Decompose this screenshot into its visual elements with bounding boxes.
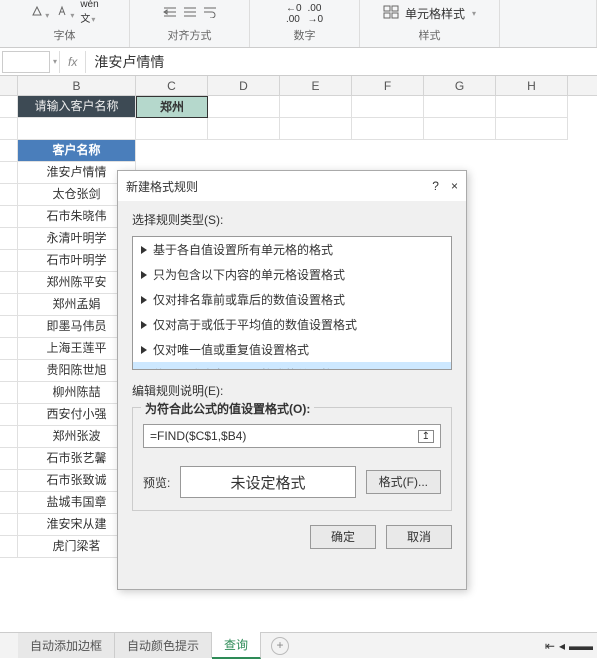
fill-color-icon[interactable]: ▾ bbox=[30, 4, 49, 21]
rule-type-option[interactable]: 仅对排名靠前或靠后的数值设置格式 bbox=[133, 287, 451, 312]
formula-value[interactable]: 淮安卢情情 bbox=[88, 52, 164, 72]
formula-group: 为符合此公式的值设置格式(O): =FIND($C$1,$B4) ↥ 预览: 未… bbox=[132, 407, 452, 511]
column-headers: B C D E F G H bbox=[0, 76, 597, 96]
triangle-icon bbox=[141, 246, 147, 254]
sheet-tab[interactable]: 查询 bbox=[212, 632, 261, 659]
triangle-icon bbox=[141, 271, 147, 279]
active-cell[interactable]: 郑州 bbox=[136, 96, 208, 118]
col-header[interactable]: F bbox=[352, 76, 424, 95]
dialog-title: 新建格式规则 bbox=[126, 178, 198, 195]
cancel-button[interactable]: 取消 bbox=[386, 525, 452, 549]
close-icon[interactable]: × bbox=[451, 179, 458, 193]
ok-button[interactable]: 确定 bbox=[310, 525, 376, 549]
triangle-icon bbox=[141, 296, 147, 304]
indent-decrease-icon[interactable] bbox=[163, 6, 177, 21]
ribbon-group-label: 样式 bbox=[419, 25, 441, 45]
formula-input[interactable]: =FIND($C$1,$B4) ↥ bbox=[143, 424, 441, 448]
col-header[interactable]: D bbox=[208, 76, 280, 95]
col-header[interactable]: B bbox=[18, 76, 136, 95]
preview-box: 未设定格式 bbox=[180, 466, 355, 498]
ribbon-group-label: 数字 bbox=[294, 25, 316, 45]
help-icon[interactable]: ? bbox=[432, 179, 439, 193]
customer-header: 客户名称 bbox=[18, 140, 136, 162]
cell-styles-button[interactable]: 单元格样式 bbox=[405, 5, 465, 22]
phonetic-icon[interactable]: wén文▾ bbox=[80, 0, 98, 25]
col-header[interactable] bbox=[0, 76, 18, 95]
range-selector-icon[interactable]: ↥ bbox=[418, 430, 434, 443]
ribbon-group-label: 字体 bbox=[54, 25, 76, 45]
sheet-tab[interactable]: 自动颜色提示 bbox=[115, 633, 212, 658]
formula-legend: 为符合此公式的值设置格式(O): bbox=[145, 402, 310, 416]
increase-decimal-icon[interactable]: ←0.00 bbox=[286, 3, 302, 25]
decrease-decimal-icon[interactable]: .00→0 bbox=[308, 3, 324, 25]
triangle-icon bbox=[141, 321, 147, 329]
col-header[interactable]: G bbox=[424, 76, 496, 95]
cell-styles-icon[interactable] bbox=[383, 5, 399, 22]
col-header[interactable]: C bbox=[136, 76, 208, 95]
edit-rule-label: 编辑规则说明(E): bbox=[132, 382, 452, 399]
ribbon: ▾ ▾ wén文▾ 字体 对齐方式 ←0.00 .00→0 数字 单元格样式▾ … bbox=[0, 0, 597, 48]
scroll-first-icon[interactable]: ⇤ bbox=[545, 639, 555, 653]
prompt-cell[interactable]: 请输入客户名称 bbox=[18, 96, 136, 118]
scroll-left-icon[interactable]: ◂ bbox=[559, 639, 565, 653]
rule-type-option[interactable]: 基于各自值设置所有单元格的格式 bbox=[133, 237, 451, 262]
sheet-tabs: 自动添加边框 自动颜色提示 查询 + ⇤ ◂ ▬▬ bbox=[0, 632, 597, 658]
wrap-text-icon[interactable] bbox=[203, 6, 217, 21]
col-header[interactable]: E bbox=[280, 76, 352, 95]
font-color-icon[interactable]: ▾ bbox=[55, 4, 74, 21]
add-sheet-icon[interactable]: + bbox=[271, 637, 289, 655]
col-header[interactable]: H bbox=[496, 76, 568, 95]
rule-type-option[interactable]: 仅对高于或低于平均值的数值设置格式 bbox=[133, 312, 451, 337]
fx-icon[interactable]: fx bbox=[62, 55, 83, 69]
name-box[interactable] bbox=[2, 51, 50, 73]
scroll-handle-icon[interactable]: ▬▬ bbox=[569, 639, 593, 653]
sheet-tab[interactable]: 自动添加边框 bbox=[18, 633, 115, 658]
select-rule-type-label: 选择规则类型(S): bbox=[132, 211, 452, 228]
triangle-icon bbox=[141, 346, 147, 354]
format-button[interactable]: 格式(F)... bbox=[366, 470, 441, 494]
rule-type-list[interactable]: 基于各自值设置所有单元格的格式 只为包含以下内容的单元格设置格式 仅对排名靠前或… bbox=[132, 236, 452, 370]
name-box-dropdown-icon[interactable]: ▾ bbox=[53, 57, 57, 66]
rule-type-option[interactable]: 只为包含以下内容的单元格设置格式 bbox=[133, 262, 451, 287]
new-format-rule-dialog: 新建格式规则 ? × 选择规则类型(S): 基于各自值设置所有单元格的格式 只为… bbox=[117, 170, 467, 590]
indent-increase-icon[interactable] bbox=[183, 6, 197, 21]
formula-bar: ▾ fx 淮安卢情情 bbox=[0, 48, 597, 76]
preview-label: 预览: bbox=[143, 474, 170, 491]
ribbon-group-label: 对齐方式 bbox=[168, 25, 212, 45]
rule-type-option[interactable]: 使用公式确定要设置格式的单元格 bbox=[133, 362, 451, 370]
rule-type-option[interactable]: 仅对唯一值或重复值设置格式 bbox=[133, 337, 451, 362]
